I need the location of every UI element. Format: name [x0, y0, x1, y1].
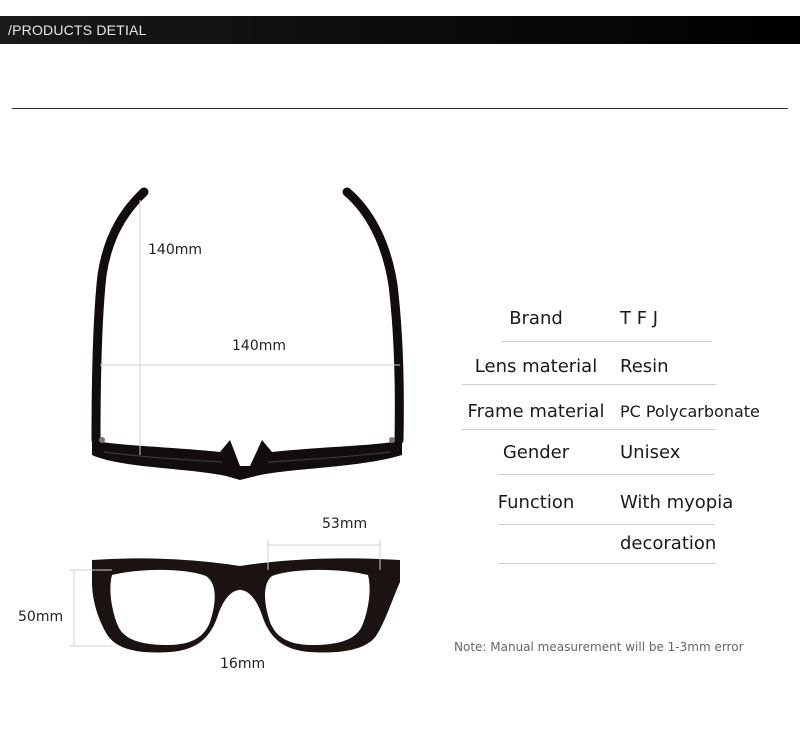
right-temple	[342, 187, 404, 445]
spec-label: Frame material	[467, 401, 605, 422]
glasses-top-view	[91, 187, 404, 480]
spec-value: Resin	[620, 356, 669, 377]
spec-value: T F J	[620, 308, 659, 329]
lens-width-label: 53mm	[322, 516, 368, 532]
spec-label: Function	[497, 492, 575, 513]
lens-height-label: 50mm	[18, 609, 64, 625]
temple-length-label: 140mm	[148, 242, 202, 258]
spec-row-frame-material: Frame material PC Polycarbonate	[462, 401, 782, 441]
spec-row-gender: Gender Unisex	[462, 442, 782, 482]
front-frame-top	[92, 440, 402, 480]
spec-row-function-cont: decoration	[462, 533, 782, 573]
left-temple	[91, 187, 149, 445]
spec-row-brand: Brand T F J	[462, 308, 782, 348]
spec-label: Lens material	[474, 356, 598, 377]
bridge-width-label: 16mm	[220, 656, 266, 672]
frame-width-label: 140mm	[232, 338, 286, 354]
hinge-right	[389, 437, 395, 443]
spec-row-function: Function With myopia	[462, 492, 782, 532]
spec-value: With myopia	[620, 492, 734, 513]
front-frame	[92, 558, 400, 653]
spec-row-lens-material: Lens material Resin	[462, 356, 782, 396]
measurement-note: Note: Manual measurement will be 1-3mm e…	[454, 640, 744, 654]
glasses-front-view	[70, 540, 400, 653]
spec-label: Brand	[509, 308, 563, 329]
spec-label: Gender	[502, 442, 570, 463]
spec-value: PC Polycarbonate	[620, 402, 760, 421]
hinge-left	[99, 437, 105, 443]
spec-value: decoration	[620, 533, 717, 554]
spec-value: Unisex	[620, 442, 681, 463]
